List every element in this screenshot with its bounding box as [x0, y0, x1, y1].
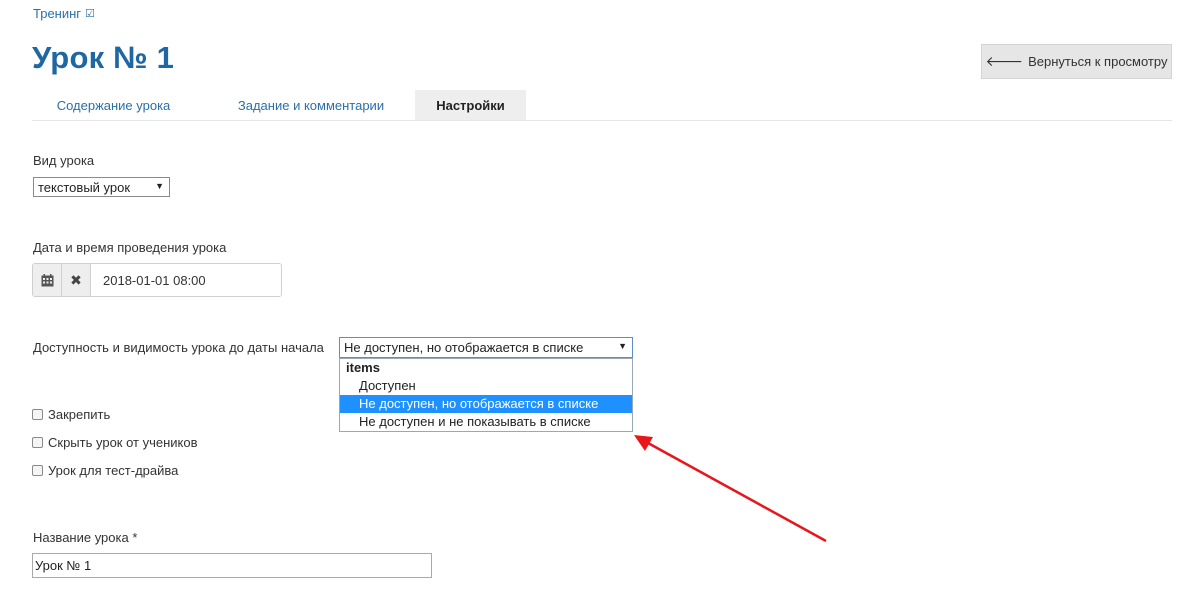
lesson-type-label: Вид урока [33, 153, 95, 168]
caret-down-icon: ▼ [155, 181, 164, 191]
tab-task-comments[interactable]: Задание и комментарии [214, 90, 408, 120]
breadcrumb-link[interactable]: Тренинг [33, 6, 81, 21]
datetime-label: Дата и время проведения урока [33, 240, 227, 255]
calendar-icon [41, 273, 53, 286]
pin-checkbox[interactable] [32, 408, 43, 420]
test-drive-checkbox-row[interactable]: Урок для тест-драйва [32, 462, 178, 478]
dropdown-option-hidden-unlisted[interactable]: Не доступен и не показывать в списке [340, 413, 632, 431]
hide-lesson-checkbox-label: Скрыть урок от учеников [48, 434, 198, 450]
back-to-view-button[interactable]: 🡐 Вернуться к просмотру [981, 44, 1172, 79]
lesson-name-label: Название урока * [33, 530, 138, 545]
lesson-name-input[interactable] [32, 553, 432, 578]
access-label: Доступность и видимость урока до даты на… [33, 340, 324, 355]
breadcrumb[interactable]: Тренинг ☑ [33, 6, 95, 21]
page: Тренинг ☑ Урок № 1 🡐 Вернуться к просмот… [0, 0, 1181, 593]
arrow-left-icon: 🡐 [985, 53, 1024, 69]
calendar-button[interactable] [33, 264, 62, 296]
caret-down-icon: ▼ [618, 341, 627, 351]
close-icon: ✖ [70, 271, 82, 288]
tab-settings[interactable]: Настройки [415, 90, 526, 120]
test-drive-checkbox-label: Урок для тест-драйва [48, 462, 179, 478]
annotation-arrow-line [647, 441, 827, 543]
test-drive-checkbox[interactable] [32, 464, 43, 476]
hide-lesson-checkbox[interactable] [32, 436, 43, 448]
annotation-arrow-head [634, 435, 653, 451]
dropdown-group-header: items [346, 360, 380, 375]
hide-lesson-checkbox-row[interactable]: Скрыть урок от учеников [32, 434, 198, 450]
dropdown-option-hidden-listed[interactable]: Не доступен, но отображается в списке [340, 395, 632, 413]
lesson-type-select[interactable]: текстовый урок ▼ [33, 177, 170, 197]
lesson-type-value: текстовый урок [38, 179, 131, 195]
pin-checkbox-label: Закрепить [48, 406, 111, 422]
tab-lesson-content[interactable]: Содержание урока [32, 90, 195, 120]
datetime-input[interactable] [91, 264, 281, 296]
clear-date-button[interactable]: ✖ [62, 264, 91, 296]
checkbox-icon: ☑ [85, 8, 95, 20]
access-select-value: Не доступен, но отображается в списке [344, 340, 584, 355]
pin-checkbox-row[interactable]: Закрепить [32, 406, 110, 422]
page-title: Урок № 1 [32, 40, 175, 75]
access-select[interactable]: Не доступен, но отображается в списке ▼ [339, 337, 633, 358]
tab-bar: Содержание урока Задание и комментарии Н… [32, 90, 1172, 121]
dropdown-option-available[interactable]: Доступен [340, 377, 632, 395]
access-dropdown-list: items Доступен Не доступен, но отображае… [339, 358, 633, 432]
back-button-label: Вернуться к просмотру [1028, 54, 1168, 69]
datetime-picker: ✖ [32, 263, 282, 297]
